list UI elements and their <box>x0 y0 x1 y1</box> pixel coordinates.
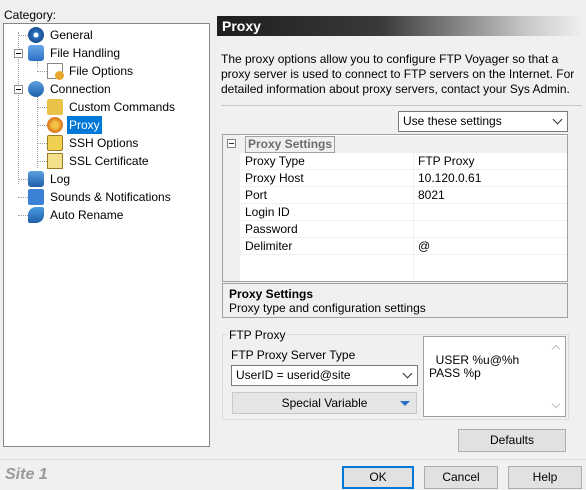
property-value: FTP Proxy <box>418 154 475 168</box>
property-category-label: Proxy Settings <box>245 136 336 153</box>
property-name: Delimiter <box>245 239 293 253</box>
server-type-select[interactable]: UserID = userid@site <box>231 365 418 386</box>
file-handling-icon <box>28 45 44 61</box>
scroll-up-icon[interactable] <box>551 344 561 354</box>
proxy-commands-text: USER %u@%h PASS %p <box>429 353 520 380</box>
server-type-value: UserID = userid@site <box>236 368 351 382</box>
tree-item-auto-rename[interactable]: Auto Rename <box>28 206 125 224</box>
tree-item-file-handling[interactable]: File Handling <box>28 44 122 62</box>
tree-item-general[interactable]: General <box>28 26 95 44</box>
property-help-title: Proxy Settings <box>229 287 314 301</box>
help-button[interactable]: Help <box>508 466 582 489</box>
property-row-proxy-type[interactable]: Proxy Type FTP Proxy <box>241 153 567 170</box>
tree-line <box>37 71 47 72</box>
tree-line <box>18 35 28 36</box>
property-row-proxy-host[interactable]: Proxy Host 10.120.0.61 <box>241 170 567 187</box>
property-name: Proxy Host <box>245 171 304 185</box>
server-type-label: FTP Proxy Server Type <box>231 348 356 362</box>
tree-item-label: Auto Rename <box>50 208 124 222</box>
tree-line <box>37 161 47 162</box>
tree-item-label: SSH Options <box>69 136 139 150</box>
tree-line <box>37 107 47 108</box>
property-help-panel: Proxy Settings Proxy type and configurat… <box>222 283 568 318</box>
property-row-password[interactable]: Password <box>241 221 567 238</box>
property-help-text: Proxy type and configuration settings <box>229 301 426 315</box>
special-variable-label: Special Variable <box>281 396 368 410</box>
certificate-icon <box>47 153 63 169</box>
proxy-commands-textarea[interactable]: USER %u@%h PASS %p <box>423 336 566 417</box>
grid-gutter <box>223 135 240 281</box>
collapse-file-handling-toggle[interactable] <box>14 49 23 58</box>
footer-divider <box>0 459 586 460</box>
category-tree[interactable]: General File Handling File Options Conne… <box>3 23 210 447</box>
property-value: 8021 <box>418 188 445 202</box>
tree-item-label: Log <box>50 172 71 186</box>
tree-line <box>18 179 28 180</box>
tree-item-label: General <box>50 28 93 42</box>
sound-icon <box>28 189 44 205</box>
tree-item-label: SSL Certificate <box>69 154 149 168</box>
ok-button[interactable]: OK <box>342 466 414 489</box>
property-row-port[interactable]: Port 8021 <box>241 187 567 204</box>
log-icon <box>28 171 44 187</box>
tree-item-label: File Options <box>69 64 134 78</box>
tree-item-label: Sounds & Notifications <box>50 190 171 204</box>
cancel-button[interactable]: Cancel <box>424 466 498 489</box>
property-value: 10.120.0.61 <box>418 171 482 185</box>
property-row-delimiter[interactable]: Delimiter @ <box>241 238 567 255</box>
tree-line <box>18 197 28 198</box>
tree-item-file-options[interactable]: File Options <box>47 62 135 80</box>
property-name: Login ID <box>245 205 290 219</box>
site-label: Site 1 <box>5 466 48 483</box>
property-name: Port <box>245 188 268 202</box>
file-options-icon <box>47 63 64 80</box>
proxy-description: The proxy options allow you to configure… <box>221 52 575 96</box>
chevron-down-icon <box>402 368 413 379</box>
page-title: Proxy <box>217 16 583 36</box>
custom-commands-icon <box>47 99 63 115</box>
tree-item-log[interactable]: Log <box>28 170 72 188</box>
connection-icon <box>28 81 44 97</box>
category-label: Category: <box>4 8 57 22</box>
ssh-icon <box>47 135 63 151</box>
tree-item-label: Proxy <box>67 116 102 134</box>
proxy-icon <box>47 117 63 133</box>
tree-item-ssh-options[interactable]: SSH Options <box>47 134 140 152</box>
divider <box>221 105 582 106</box>
rename-icon <box>28 207 44 223</box>
tree-item-ssl-certificate[interactable]: SSL Certificate <box>47 152 151 170</box>
chevron-down-icon <box>552 114 563 125</box>
dropdown-arrow-icon <box>400 401 410 406</box>
tree-line <box>37 143 47 144</box>
defaults-button[interactable]: Defaults <box>458 429 566 452</box>
commands-scrollbar[interactable] <box>549 337 565 416</box>
ftp-proxy-group-label: FTP Proxy <box>227 328 288 342</box>
settings-mode-select[interactable]: Use these settings <box>398 111 568 132</box>
property-name: Proxy Type <box>245 154 305 168</box>
grid-column-divider <box>413 153 414 281</box>
tree-line <box>37 125 47 126</box>
scroll-down-icon[interactable] <box>551 399 561 409</box>
tree-item-label: File Handling <box>50 46 121 60</box>
property-value: @ <box>418 239 431 253</box>
property-row-login-id[interactable]: Login ID <box>241 204 567 221</box>
tree-item-connection[interactable]: Connection <box>28 80 113 98</box>
property-category-row[interactable]: Proxy Settings <box>223 136 567 153</box>
tree-item-proxy[interactable]: Proxy <box>47 116 102 134</box>
tree-item-label: Custom Commands <box>69 100 176 114</box>
tree-line <box>18 215 28 216</box>
tree-item-sounds-notifications[interactable]: Sounds & Notifications <box>28 188 173 206</box>
property-name: Password <box>245 222 298 236</box>
proxy-property-grid[interactable]: Proxy Settings Proxy Type FTP Proxy Prox… <box>222 134 568 282</box>
special-variable-button[interactable]: Special Variable <box>232 392 417 414</box>
tree-item-label: Connection <box>50 82 111 96</box>
tree-item-custom-commands[interactable]: Custom Commands <box>47 98 177 116</box>
settings-mode-value: Use these settings <box>403 114 502 128</box>
collapse-category-toggle[interactable] <box>227 139 236 148</box>
gear-icon <box>28 27 44 43</box>
collapse-connection-toggle[interactable] <box>14 85 23 94</box>
